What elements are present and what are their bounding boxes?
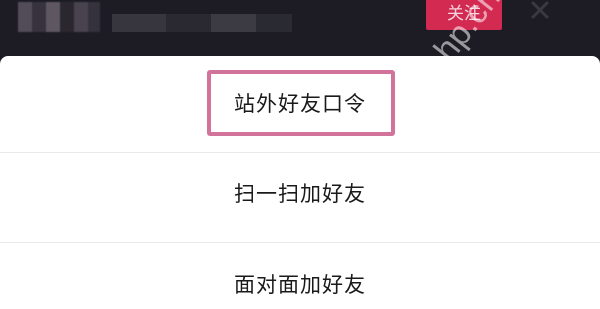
menu-item-face-to-face-add-friend[interactable]: 面对面加好友 [0,242,600,309]
video-header: 关注 [0,0,600,56]
screen: 关注 php.cn 站外好友口令 扫一扫加好友 面对面加好友 [0,0,600,309]
menu-item-offsite-friend-code[interactable]: 站外好友口令 [0,56,600,152]
username-blurred [112,14,292,32]
avatar[interactable] [18,2,100,32]
add-friend-sheet: 站外好友口令 扫一扫加好友 面对面加好友 [0,56,600,309]
close-icon[interactable] [528,0,552,24]
menu-item-scan-to-add-friend[interactable]: 扫一扫加好友 [0,152,600,242]
